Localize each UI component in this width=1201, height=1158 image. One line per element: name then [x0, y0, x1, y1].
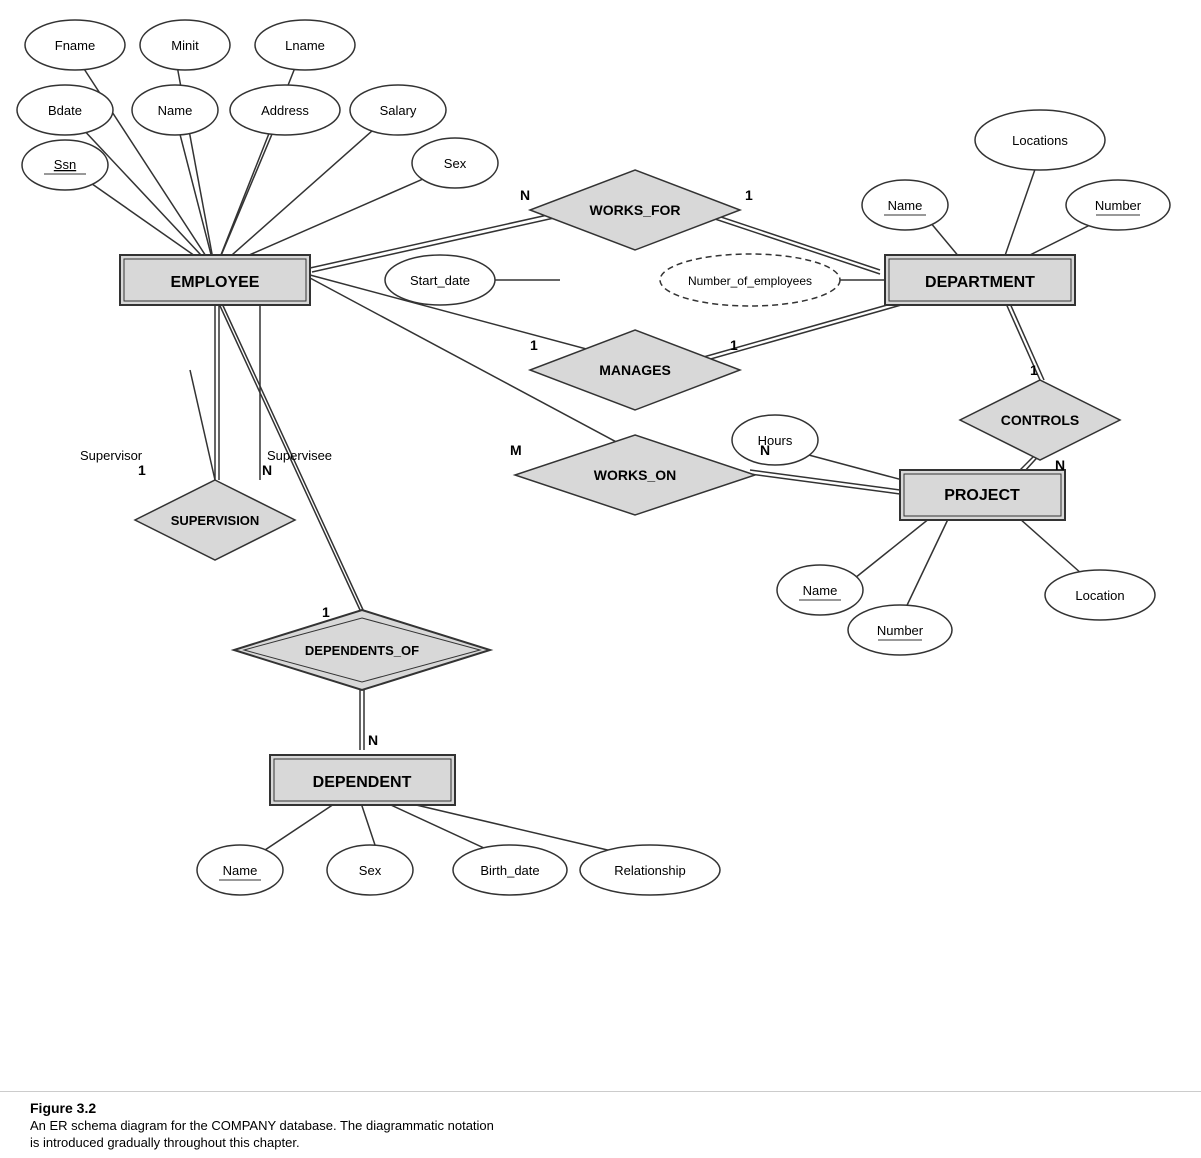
supervisee-label: Supervisee [267, 448, 332, 463]
works-on-n: N [760, 442, 770, 458]
supervisor-label: Supervisor [80, 448, 143, 463]
controls-n: N [1055, 457, 1065, 473]
employee-label: EMPLOYEE [171, 274, 260, 291]
proj-number-attr: Number [877, 623, 924, 638]
dept-name-attr: Name [888, 198, 923, 213]
dept-number-attr: Number [1095, 198, 1142, 213]
num-employees-attr: Number_of_employees [688, 274, 812, 288]
works-on-m: M [510, 442, 522, 458]
location-attr: Location [1075, 588, 1124, 603]
er-diagram-svg: EMPLOYEE DEPARTMENT PROJECT DEPENDENT WO… [0, 0, 1201, 1080]
locations-attr: Locations [1012, 133, 1068, 148]
salary-attr: Salary [380, 103, 417, 118]
supervision-label: SUPERVISION [171, 513, 260, 528]
caption-line1: An ER schema diagram for the COMPANY dat… [30, 1118, 1171, 1133]
emp-name-attr: Name [158, 103, 193, 118]
manages-1-emp: 1 [530, 337, 538, 353]
supervision-1: 1 [138, 462, 146, 478]
er-diagram-container: EMPLOYEE DEPARTMENT PROJECT DEPENDENT WO… [0, 0, 1201, 1080]
address-attr: Address [261, 103, 309, 118]
relationship-attr: Relationship [614, 863, 686, 878]
dep-sex-attr: Sex [359, 863, 382, 878]
manages-label: MANAGES [599, 362, 671, 378]
works-on-label: WORKS_ON [594, 467, 676, 483]
dependents-of-1: 1 [322, 604, 330, 620]
minit-attr: Minit [171, 38, 199, 53]
works-for-n: N [520, 187, 530, 203]
dependents-of-label: DEPENDENTS_OF [305, 643, 419, 658]
proj-name-attr: Name [803, 583, 838, 598]
sex-attr: Sex [444, 156, 467, 171]
birth-date-attr: Birth_date [480, 863, 539, 878]
department-label: DEPARTMENT [925, 274, 1035, 291]
manages-1-dept: 1 [730, 337, 738, 353]
supervision-n: N [262, 462, 272, 478]
caption-line2: is introduced gradually throughout this … [30, 1135, 1171, 1150]
controls-label: CONTROLS [1001, 412, 1080, 428]
start-date-attr: Start_date [410, 273, 470, 288]
fname-attr: Fname [55, 38, 95, 53]
lname-attr: Lname [285, 38, 325, 53]
project-label: PROJECT [944, 487, 1020, 504]
dependents-of-n: N [368, 732, 378, 748]
figure-title: Figure 3.2 [30, 1100, 1171, 1116]
works-for-1: 1 [745, 187, 753, 203]
controls-1: 1 [1030, 362, 1038, 378]
works-for-label: WORKS_FOR [590, 202, 681, 218]
dependent-label: DEPENDENT [313, 774, 412, 791]
dep-name-attr: Name [223, 863, 258, 878]
caption-area: Figure 3.2 An ER schema diagram for the … [0, 1091, 1201, 1158]
bdate-attr: Bdate [48, 103, 82, 118]
ssn-attr: Ssn [54, 157, 76, 172]
